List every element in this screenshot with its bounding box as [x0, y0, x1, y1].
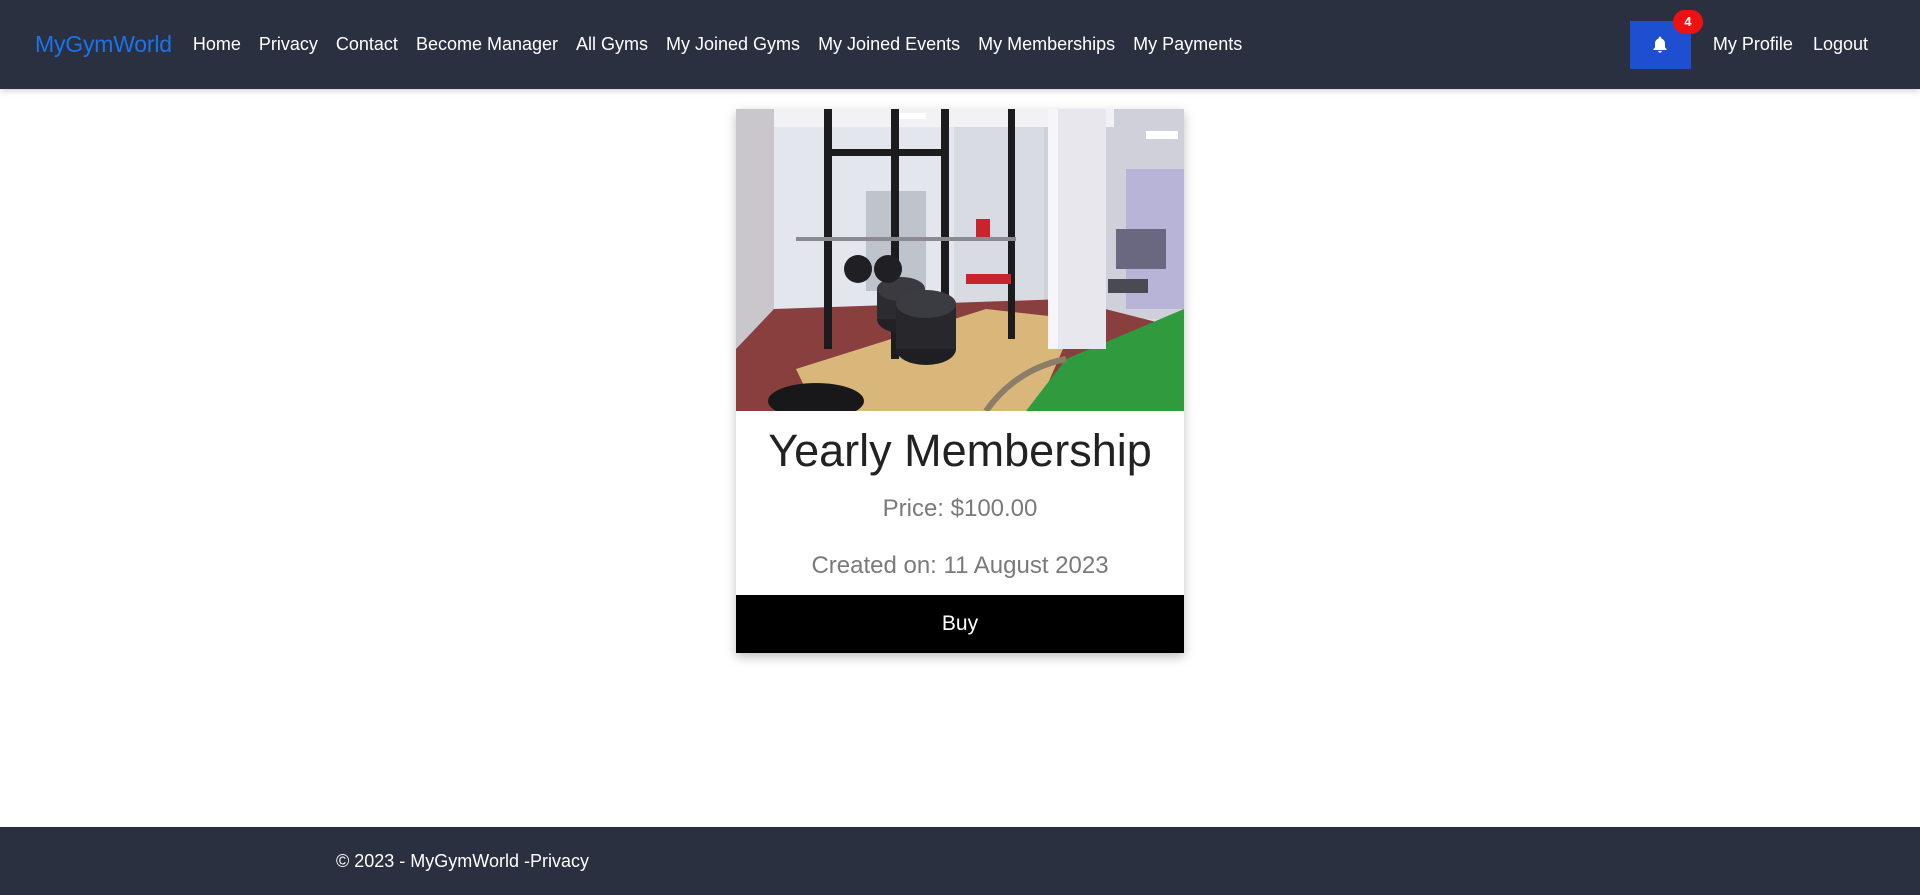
nav-links: Home Privacy Contact Become Manager All … — [184, 34, 1251, 55]
nav-link-all-gyms[interactable]: All Gyms — [567, 34, 657, 55]
membership-created-date: Created on: 11 August 2023 — [811, 552, 1109, 579]
membership-card: Yearly Membership Price: $100.00 Created… — [736, 109, 1184, 653]
footer-privacy-link[interactable]: Privacy — [530, 851, 589, 872]
brand-logo-link[interactable]: MyGymWorld — [35, 31, 172, 58]
gym-photo — [736, 109, 1184, 411]
nav-link-my-joined-events[interactable]: My Joined Events — [809, 34, 969, 55]
membership-title: Yearly Membership — [768, 425, 1152, 476]
nav-link-privacy[interactable]: Privacy — [250, 34, 327, 55]
membership-price: Price: $100.00 — [882, 495, 1038, 522]
buy-button[interactable]: Buy — [736, 595, 1184, 653]
nav-link-my-joined-gyms[interactable]: My Joined Gyms — [657, 34, 809, 55]
nav-link-home[interactable]: Home — [184, 34, 250, 55]
top-navbar: MyGymWorld Home Privacy Contact Become M… — [0, 0, 1920, 89]
page-footer: © 2023 - MyGymWorld - Privacy — [0, 827, 1920, 895]
nav-link-my-payments[interactable]: My Payments — [1124, 34, 1251, 55]
my-profile-link[interactable]: My Profile — [1703, 34, 1803, 55]
nav-link-become-manager[interactable]: Become Manager — [407, 34, 567, 55]
bell-icon — [1653, 36, 1668, 53]
footer-copyright: © 2023 - MyGymWorld - — [336, 850, 530, 871]
nav-link-my-memberships[interactable]: My Memberships — [969, 34, 1124, 55]
nav-link-contact[interactable]: Contact — [327, 34, 407, 55]
notifications-button[interactable]: 4 — [1629, 9, 1703, 69]
logout-link[interactable]: Logout — [1803, 34, 1878, 55]
nav-right: 4 My Profile Logout — [1629, 9, 1878, 69]
notification-count-badge: 4 — [1672, 9, 1703, 34]
